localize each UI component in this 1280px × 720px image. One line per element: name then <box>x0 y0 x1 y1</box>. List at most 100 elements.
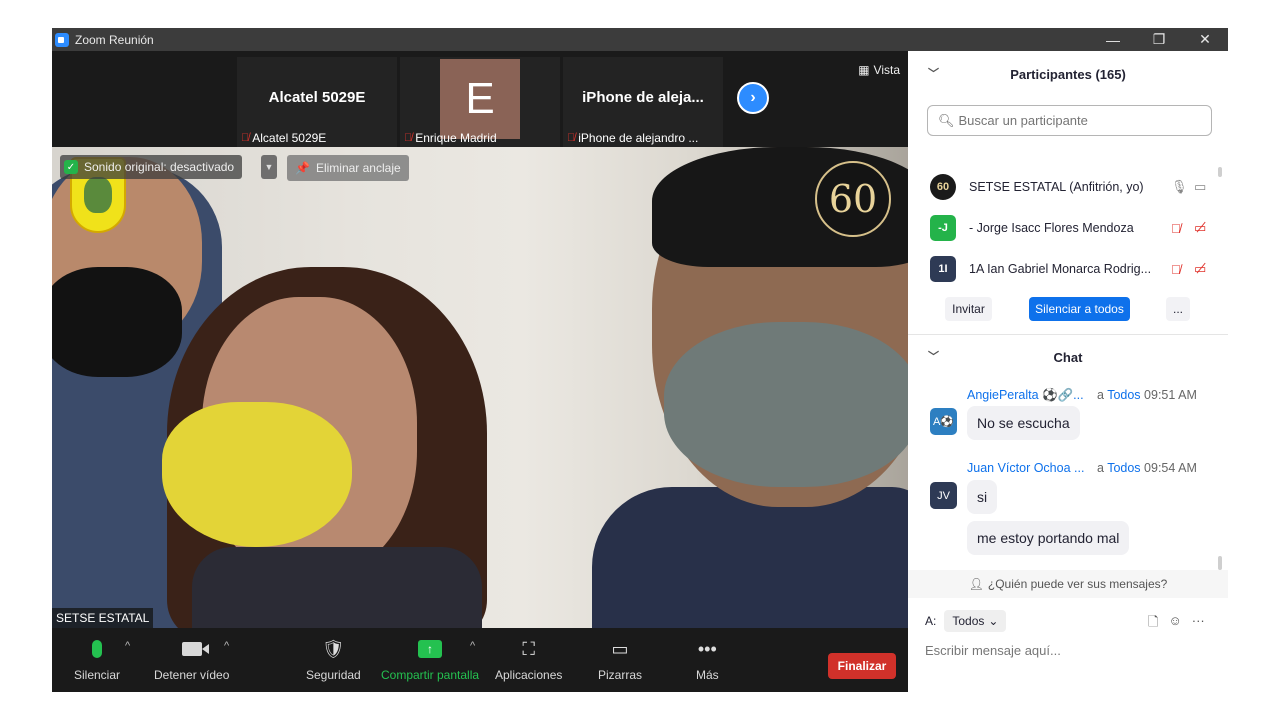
participants-title: Participantes (165) <box>1010 66 1126 82</box>
participant-name: 1A Ian Gabriel Monarca Rodrig... <box>969 262 1152 276</box>
mute-all-button[interactable]: Silenciar a todos <box>1029 297 1130 321</box>
participant-search[interactable]: 🔍︎ <box>927 105 1212 136</box>
video-options-caret[interactable]: ^ <box>224 640 229 652</box>
participant-avatar: -J <box>930 215 956 241</box>
file-icon[interactable]: 🗋 <box>1148 613 1158 635</box>
view-button[interactable]: ▦ Vista <box>858 63 900 77</box>
chat-avatar: A⚽ <box>930 408 957 435</box>
thumbnail-strip: Alcatel 5029E 🎙̸ Alcatel 5029E E 🎙̸ Enri… <box>52 51 908 147</box>
mute-label: Silenciar <box>74 668 121 682</box>
unpin-button[interactable]: 📌 Eliminar anclaje <box>287 155 409 181</box>
chat-scrollbar[interactable] <box>1218 556 1222 570</box>
chat-header: ﹀ Chat <box>908 334 1228 380</box>
chevron-right-icon: › <box>750 89 756 106</box>
chat-recipient-select[interactable]: Todos ⌄ <box>944 610 1007 632</box>
share-options-caret[interactable]: ^ <box>470 640 475 652</box>
who-can-see-messages[interactable]: 👤︎ ¿Quién puede ver sus mensajes? <box>908 570 1228 598</box>
apps-button[interactable]: ⛶ Aplicaciones <box>495 636 563 683</box>
chat-to-label: A: <box>925 614 937 628</box>
participant-avatar: 60 <box>930 174 956 200</box>
participant-row[interactable]: -J - Jorge Isacc Flores Mendoza 🎙̸ ▭̸ <box>908 208 1228 248</box>
window-title: Zoom Reunión <box>75 32 154 47</box>
restore-button[interactable]: ❐ <box>1136 28 1182 51</box>
chat-recipient-name: Todos <box>1107 388 1141 402</box>
share-screen-button[interactable]: ↑ Compartir pantalla <box>381 636 479 682</box>
original-sound-dropdown[interactable]: ▼ <box>261 155 277 179</box>
anniversary-badge: 60 <box>815 161 891 237</box>
share-screen-label: Compartir pantalla <box>381 668 480 682</box>
participant-row[interactable]: 60 SETSE ESTATAL (Anfitrión, yo) 🎙 ▭ <box>908 167 1228 207</box>
chat-message-bubble: si <box>967 480 998 514</box>
participant-row[interactable]: 1I 1A Ian Gabriel Monarca Rodrig... 🎙̸ ▭… <box>908 249 1228 289</box>
original-sound-status[interactable]: ✓ Sonido original: desactivado <box>60 155 243 179</box>
thumbnail-tile[interactable]: iPhone de aleja... 🎙̸ iPhone de alejandr… <box>563 57 723 147</box>
chat-avatar: JV <box>930 482 957 509</box>
thumbnail-display-name: Alcatel 5029E <box>268 89 366 106</box>
thumbnail-tile[interactable]: E 🎙̸ Enrique Madrid <box>400 57 560 147</box>
participant-search-input[interactable] <box>958 113 1199 128</box>
chat-sender[interactable]: AngiePeralta ⚽🔗... <box>967 388 1084 403</box>
unpin-label: Eliminar anclaje <box>315 161 401 175</box>
next-page-button[interactable]: › <box>737 82 769 114</box>
video-area: Alcatel 5029E 🎙̸ Alcatel 5029E E 🎙̸ Enri… <box>52 51 908 628</box>
grid-icon: ▦ <box>858 63 870 77</box>
chat-recipient-prefix: a <box>1097 461 1104 475</box>
participants-more-button[interactable]: ... <box>1166 297 1190 321</box>
microphone-icon[interactable]: 🎙 <box>1171 179 1188 195</box>
share-screen-icon: ↑ <box>418 636 443 662</box>
chevron-down-icon[interactable]: ﹀ <box>928 348 939 364</box>
chat-time: 09:54 AM <box>1144 461 1197 475</box>
video-camera-icon <box>181 636 209 662</box>
minimize-button[interactable]: — <box>1090 28 1136 51</box>
chat-sender[interactable]: Juan Víctor Ochoa ... <box>967 461 1084 475</box>
title-bar: Zoom Reunión — ❐ ✕ <box>52 28 1228 51</box>
chat-message-input[interactable] <box>925 639 1215 661</box>
side-panel: ﹀ Participantes (165) 🔍︎ 60 SETSE ESTATA… <box>908 51 1228 692</box>
muted-mic-icon[interactable]: 🎙̸ <box>1171 262 1181 277</box>
whiteboards-button[interactable]: ▭ Pizarras <box>598 636 642 683</box>
apps-icon: ⛶ <box>522 638 535 659</box>
stop-video-button[interactable]: Detener vídeo <box>154 636 229 682</box>
invite-button[interactable]: Invitar <box>945 297 992 321</box>
microphone-icon <box>92 636 103 662</box>
chat-message-bubble: No se escucha <box>967 406 1080 440</box>
chat-message-bubble: me estoy portando mal <box>967 521 1130 555</box>
chat-recipient: a Todos 09:54 AM <box>1097 461 1197 475</box>
audio-options-caret[interactable]: ^ <box>125 640 130 652</box>
video-camera-icon[interactable]: ▭ <box>1194 179 1206 195</box>
video-off-icon[interactable]: ▭̸ <box>1194 220 1206 236</box>
thumbnail-tile[interactable]: Alcatel 5029E 🎙̸ Alcatel 5029E <box>237 57 397 147</box>
thumbnail-caption-text: Enrique Madrid <box>415 131 497 145</box>
speaker-name-label: SETSE ESTATAL <box>52 608 154 628</box>
active-speaker-video[interactable]: 60 ✓ Sonido original: desactivado ▼ 📌 El… <box>52 147 908 628</box>
more-label: Más <box>696 668 719 682</box>
more-button[interactable]: ••• Más <box>696 636 719 683</box>
muted-mic-icon: 🎙̸ <box>567 132 576 144</box>
mute-button[interactable]: Silenciar <box>74 636 120 682</box>
shield-icon: 🛡 <box>321 638 345 659</box>
chevron-down-icon[interactable]: ﹀ <box>928 65 939 81</box>
video-face-mask <box>52 267 182 377</box>
zoom-app-icon <box>55 32 69 47</box>
ellipsis-icon: ••• <box>697 638 717 659</box>
security-button[interactable]: 🛡 Seguridad <box>306 636 361 683</box>
zoom-window: Zoom Reunión — ❐ ✕ Alcatel 5029E 🎙̸ Alca… <box>52 28 1228 692</box>
close-button[interactable]: ✕ <box>1182 28 1228 51</box>
thumbnail-caption: 🎙̸ iPhone de alejandro ... <box>567 131 698 145</box>
muted-mic-icon: 🎙̸ <box>404 132 413 144</box>
original-sound-label: Sonido original: desactivado <box>84 160 235 174</box>
video-off-icon[interactable]: ▭̸ <box>1194 261 1206 277</box>
video-person-body <box>592 487 908 628</box>
end-meeting-button[interactable]: Finalizar <box>828 653 896 679</box>
video-person-body <box>192 547 482 628</box>
ellipsis-icon[interactable]: ··· <box>1192 613 1205 635</box>
emoji-icon[interactable]: ☺ <box>1168 613 1181 635</box>
participants-scrollbar[interactable] <box>1218 167 1222 177</box>
whiteboard-icon: ▭ <box>611 638 629 659</box>
video-face-mask <box>664 322 908 487</box>
apps-label: Aplicaciones <box>495 668 563 682</box>
muted-mic-icon[interactable]: 🎙̸ <box>1171 221 1181 236</box>
window-controls: — ❐ ✕ <box>1090 28 1228 51</box>
stop-video-label: Detener vídeo <box>154 668 230 682</box>
chevron-down-icon: ⌄ <box>988 614 999 628</box>
